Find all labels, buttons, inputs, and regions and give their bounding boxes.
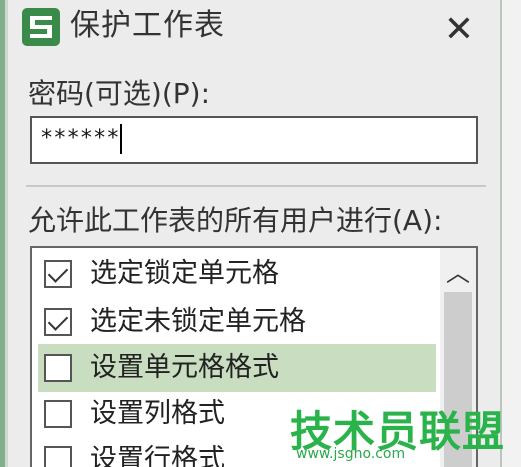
password-value: ****** [40,126,120,151]
checkbox[interactable] [44,308,72,336]
list-item[interactable]: 选定未锁定单元格 [38,298,436,346]
checkbox[interactable] [44,446,72,467]
checkbox[interactable] [44,260,72,288]
divider [26,185,486,187]
password-field[interactable]: ****** [30,116,478,164]
dialog-title: 保护工作表 [70,8,225,43]
checkmark-icon [47,309,69,331]
close-icon[interactable]: ✕ [438,8,480,50]
list-item-selected[interactable]: 设置单元格格式 [38,344,436,392]
password-label: 密码(可选)(P): [28,77,211,110]
list-item-label: 设置行格式 [90,444,225,467]
checkbox[interactable] [44,400,72,428]
list-item-label: 选定锁定单元格 [90,258,279,289]
permissions-label: 允许此工作表的所有用户进行(A): [28,204,443,237]
text-caret [120,124,123,154]
background-edge [500,0,502,467]
checkbox[interactable] [44,354,72,382]
list-item-label: 选定未锁定单元格 [90,306,306,337]
list-item-label: 设置单元格格式 [90,352,279,383]
list-item[interactable]: 选定锁定单元格 [38,250,436,298]
background-edge [500,0,521,467]
list-item-label: 设置列格式 [90,398,225,429]
chevron-up-icon[interactable]: ︿ [440,252,476,288]
wps-spreadsheet-icon [22,8,60,46]
watermark-url: www.jsgho.com [296,446,406,462]
checkmark-icon [47,261,69,283]
protect-sheet-dialog: 保护工作表 ✕ 密码(可选)(P): ****** 允许此工作表的所有用户进行(… [8,0,500,467]
